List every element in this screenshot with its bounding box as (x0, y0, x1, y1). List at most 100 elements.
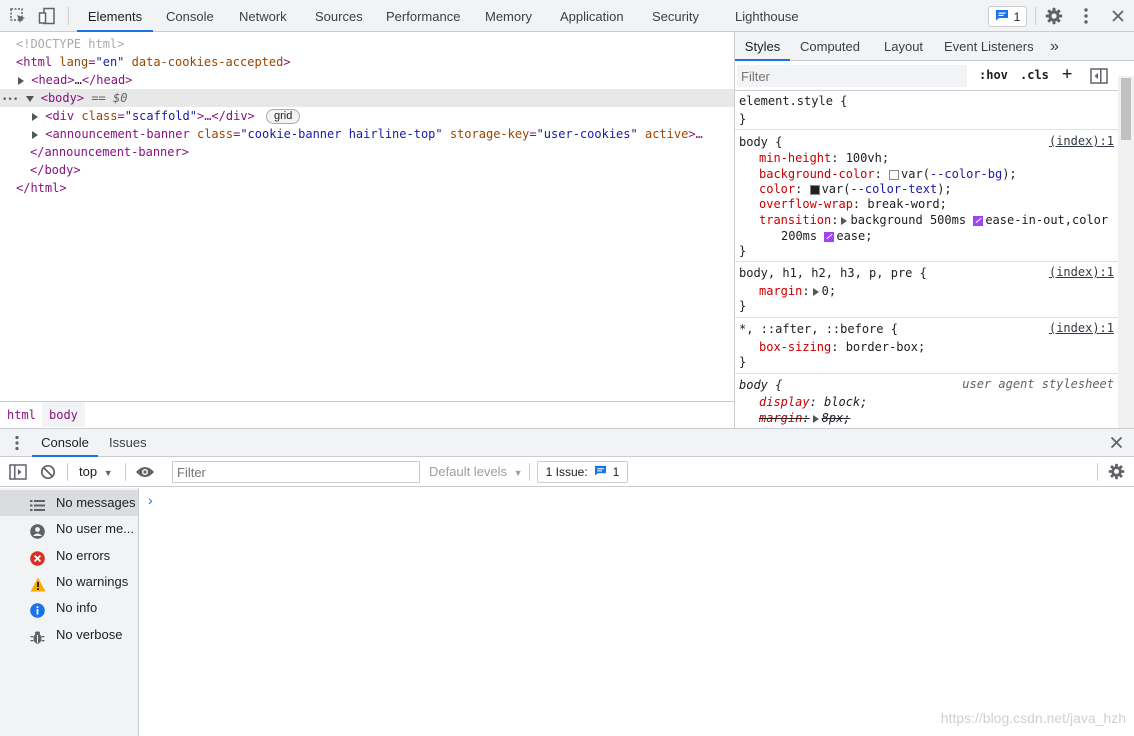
prop-margin[interactable]: margin: 0; (759, 283, 836, 299)
tab-layout[interactable]: Layout (884, 32, 923, 61)
dom-node-body[interactable]: ••• <body> == $0 (0, 89, 734, 107)
sidebar-item-info[interactable]: No info (0, 595, 138, 621)
new-style-rule-button[interactable]: + (1062, 64, 1072, 84)
dom-node-doctype[interactable]: <!DOCTYPE html> (0, 35, 734, 53)
prop-color[interactable]: color: var(--color-text); (759, 181, 952, 197)
tab-application[interactable]: Application (560, 0, 624, 32)
dom-node-div-scaffold[interactable]: <div class="scaffold">…</div> grid (0, 107, 734, 125)
rule-universal[interactable]: *, ::after, ::before { (index):1 box-siz… (735, 319, 1118, 374)
expand-triangle-icon[interactable] (32, 130, 38, 139)
sidebar-item-user-messages[interactable]: No user me... (0, 516, 138, 542)
issue-count-button[interactable]: 1 Issue: 1 (537, 461, 628, 483)
console-output[interactable]: › https://blog.csdn.net/java_hzh (140, 488, 1134, 736)
sidebar-item-verbose[interactable]: No verbose (0, 622, 138, 648)
dom-node-html-close[interactable]: </html> (0, 179, 734, 197)
dom-node-head[interactable]: <head>…</head> (0, 71, 734, 89)
user-icon (30, 522, 45, 539)
device-toggle-icon[interactable] (37, 6, 57, 26)
styles-filter-input[interactable] (737, 65, 967, 87)
context-selector[interactable]: top ▼ (79, 464, 113, 479)
attr-value: "cookie-banner hairline-top" (240, 127, 443, 141)
console-settings-gear-icon[interactable] (1108, 463, 1125, 483)
rule-source-link[interactable]: (index):1 (1049, 321, 1114, 335)
dom-node-banner-close[interactable]: </announcement-banner> (0, 143, 734, 161)
prop-margin-overridden: margin: 8px; (759, 411, 851, 425)
issues-counter-button[interactable]: 1 (988, 6, 1027, 27)
attr-value: "scaffold" (124, 109, 197, 123)
tab-sources[interactable]: Sources (315, 0, 363, 32)
tab-styles[interactable]: Styles (735, 32, 790, 61)
tab-elements[interactable]: Elements (77, 0, 153, 32)
more-dots[interactable]: ••• (2, 95, 18, 105)
tab-event-listeners[interactable]: Event Listeners (944, 32, 1034, 61)
toggle-sidebar-icon[interactable] (1090, 68, 1108, 87)
prop-overflow-wrap[interactable]: overflow-wrap: break-word; (759, 196, 947, 212)
dom-tree: <!DOCTYPE html> <html lang="en" data-coo… (0, 33, 734, 400)
more-tabs-icon[interactable]: » (1050, 32, 1059, 61)
rule-source-link[interactable]: (index):1 (1049, 134, 1114, 148)
sidebar-item-errors[interactable]: No errors (0, 543, 138, 569)
rule-body-headings[interactable]: body, h1, h2, h3, p, pre { (index):1 mar… (735, 263, 1118, 318)
close-icon[interactable] (1108, 6, 1128, 26)
grid-badge[interactable]: grid (266, 109, 301, 124)
tab-network[interactable]: Network (239, 0, 287, 32)
dom-node-body-close[interactable]: </body> (0, 161, 734, 179)
tag-end: > (283, 55, 291, 69)
drawer-tab-console[interactable]: Console (32, 429, 98, 457)
expand-triangle-icon[interactable] (32, 112, 38, 121)
rule-source-link[interactable]: (index):1 (1049, 265, 1114, 279)
collapse-triangle-icon[interactable] (25, 95, 34, 102)
rule-body[interactable]: body { (index):1 min-height: 100vh; back… (735, 131, 1118, 262)
easing-icon[interactable] (824, 231, 835, 242)
gear-icon[interactable] (1044, 6, 1064, 26)
dropdown-arrow-icon: ▼ (513, 468, 523, 478)
styles-scrollbar[interactable] (1118, 76, 1134, 428)
prop-background-color[interactable]: background-color: var(--color-bg); (759, 166, 1017, 182)
prop-display: display: block; (759, 395, 868, 409)
drawer-close-icon[interactable] (1110, 436, 1123, 452)
expand-triangle-icon[interactable] (18, 76, 24, 85)
rule-selector: element.style { (739, 94, 848, 108)
tab-security[interactable]: Security (652, 0, 699, 32)
show-sidebar-icon[interactable] (9, 464, 27, 483)
console-prompt-icon[interactable]: › (148, 492, 153, 508)
context-label: top (79, 464, 98, 479)
drawer-tab-issues[interactable]: Issues (109, 429, 147, 457)
cls-toggle[interactable]: .cls (1020, 68, 1049, 82)
rule-element-style[interactable]: element.style { } (735, 92, 1118, 130)
breadcrumb: html body (0, 401, 734, 427)
scrollbar-thumb[interactable] (1121, 78, 1131, 140)
hov-toggle[interactable]: :hov (979, 68, 1008, 82)
color-swatch-icon[interactable] (889, 169, 900, 180)
breadcrumb-html[interactable]: html (0, 402, 43, 427)
tab-computed[interactable]: Computed (800, 32, 860, 61)
drawer-menu-icon[interactable] (14, 435, 20, 454)
console-filter-input[interactable] (172, 461, 420, 483)
tab-performance[interactable]: Performance (386, 0, 460, 32)
color-swatch-icon[interactable] (809, 184, 820, 195)
prop-box-sizing[interactable]: box-sizing: border-box; (759, 339, 925, 355)
clear-console-icon[interactable] (40, 464, 56, 483)
tab-memory[interactable]: Memory (485, 0, 532, 32)
breadcrumb-body[interactable]: body (42, 402, 85, 427)
expand-triangle-icon[interactable] (812, 414, 819, 423)
log-levels-dropdown[interactable]: Default levels ▼ (429, 464, 523, 479)
tab-console[interactable]: Console (166, 0, 214, 32)
live-expression-eye-icon[interactable] (135, 465, 155, 482)
prop-min-height[interactable]: min-height: 100vh; (759, 150, 889, 166)
sidebar-item-messages[interactable]: No messages (0, 490, 138, 516)
dom-node-html[interactable]: <html lang="en" data-cookies-accepted> (0, 53, 734, 71)
toolbar-divider (1097, 463, 1098, 481)
tab-lighthouse[interactable]: Lighthouse (735, 0, 799, 32)
sidebar-item-warnings[interactable]: No warnings (0, 569, 138, 595)
kebab-menu-icon[interactable] (1076, 6, 1096, 26)
rule-user-agent-body[interactable]: body { user agent stylesheet display: bl… (735, 375, 1118, 428)
expand-triangle-icon[interactable] (841, 216, 848, 225)
error-icon (30, 549, 45, 566)
prop-transition[interactable]: transition: background 500ms ease-in-out,… (759, 212, 1108, 228)
expand-triangle-icon[interactable] (812, 287, 819, 296)
inspect-icon[interactable] (8, 6, 28, 26)
body-tag: <body> (40, 91, 85, 105)
easing-icon[interactable] (973, 215, 984, 226)
dom-node-announcement-banner[interactable]: <announcement-banner class="cookie-banne… (0, 125, 734, 143)
